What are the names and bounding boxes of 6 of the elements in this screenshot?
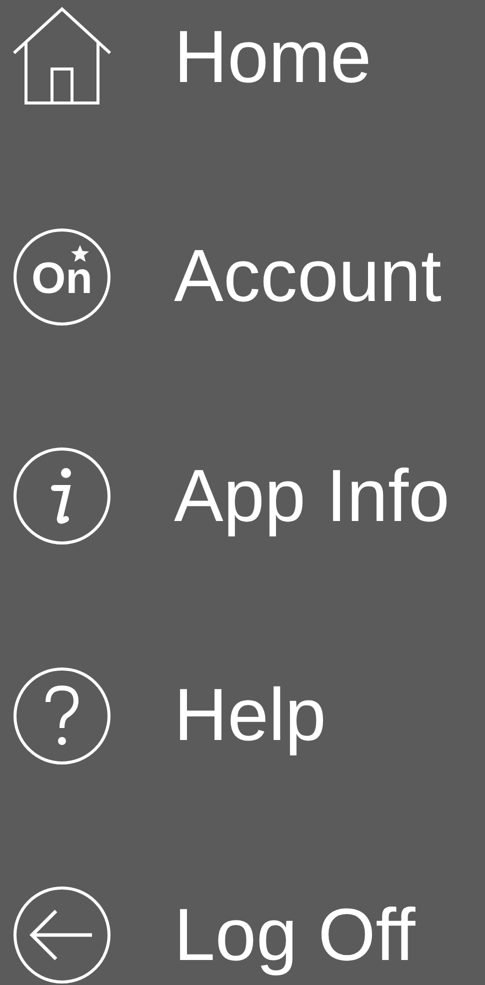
menu-item[interactable]: App Info: [174, 450, 450, 542]
menu-item[interactable]: Log Off: [174, 888, 416, 982]
home-icon: [10, 7, 114, 107]
menu-item[interactable]: Help: [174, 669, 326, 762]
menu-item[interactable]: Account: [174, 230, 442, 323]
menu-item[interactable]: Home: [174, 10, 372, 104]
